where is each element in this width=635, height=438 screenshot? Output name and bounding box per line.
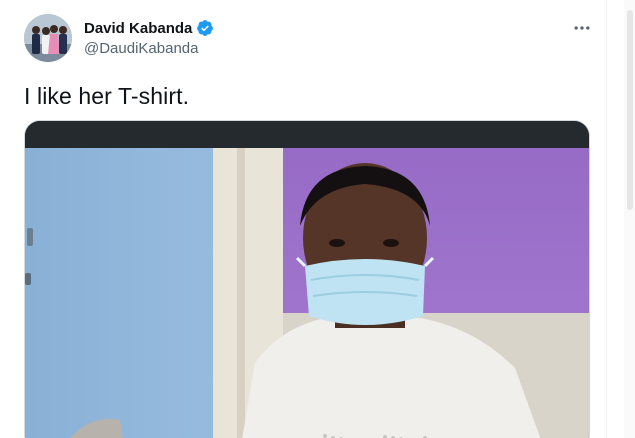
scrollbar-thumb[interactable] bbox=[627, 10, 633, 210]
author-handle[interactable]: @DaudiKabanda bbox=[84, 40, 198, 57]
tweet-page: David Kabanda @DaudiKabanda I like her T… bbox=[0, 0, 635, 438]
tweet-text: I like her T-shirt. bbox=[24, 83, 190, 109]
media-top-strip bbox=[25, 121, 589, 148]
tweet-header: David Kabanda @DaudiKabanda bbox=[24, 14, 594, 64]
more-horizontal-icon bbox=[574, 26, 590, 30]
tweet-photo[interactable] bbox=[25, 148, 589, 438]
author-name-row[interactable]: David Kabanda bbox=[84, 19, 214, 37]
author-display-name[interactable]: David Kabanda bbox=[84, 20, 192, 37]
tweet-media[interactable] bbox=[24, 120, 590, 438]
verified-badge-icon bbox=[196, 19, 214, 37]
more-options-button[interactable] bbox=[570, 18, 594, 38]
column-divider bbox=[606, 0, 607, 438]
avatar[interactable] bbox=[24, 14, 72, 62]
